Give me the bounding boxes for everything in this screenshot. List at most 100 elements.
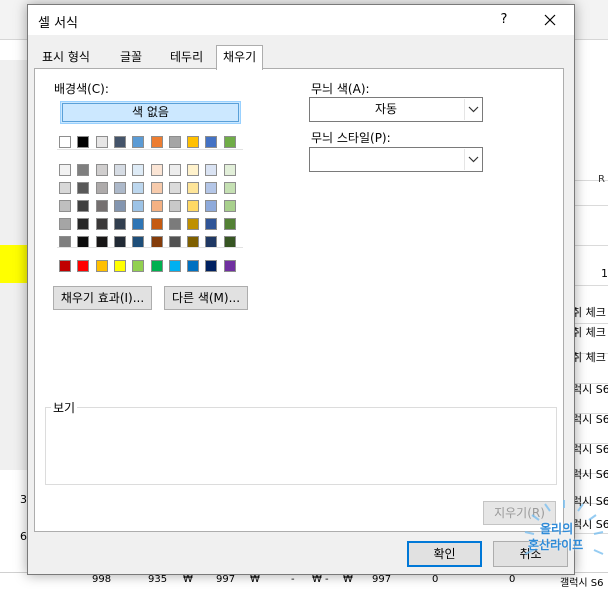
sheet-cell: 6 <box>20 530 27 543</box>
background-color-label: 배경색(C): <box>54 82 109 96</box>
sheet-cell: 3 <box>20 493 27 506</box>
color-swatch-theme3-9[interactable] <box>223 218 236 230</box>
color-swatch-theme2-2[interactable] <box>95 200 108 212</box>
color-swatch-theme1-7[interactable] <box>187 182 200 194</box>
sheet-cell: 1 <box>601 267 608 280</box>
color-swatch-theme2-8[interactable] <box>205 200 218 212</box>
pattern-color-label: 무늬 색(A): <box>311 82 370 96</box>
color-swatch-theme2-6[interactable] <box>168 200 181 212</box>
color-swatch-theme3-0[interactable] <box>59 218 71 230</box>
color-swatch-standard-1[interactable] <box>77 260 90 272</box>
more-colors-button[interactable]: 다른 색(M)... <box>164 286 248 310</box>
sheet-cell: 럭시 S6 <box>572 443 608 456</box>
watermark-logo: 올리의 혼산라이프 <box>520 500 608 582</box>
sheet-cell: 997 <box>216 574 236 585</box>
watermark-text: 올리의 <box>540 522 574 536</box>
color-swatch-theme2-7[interactable] <box>187 200 200 212</box>
color-swatch-theme0-4[interactable] <box>132 164 145 176</box>
help-button[interactable]: ? <box>494 10 514 30</box>
ok-button[interactable]: 확인 <box>407 541 482 567</box>
sheet-cell: 취 체크 <box>572 351 606 364</box>
close-icon <box>544 14 556 26</box>
sheet-cell: 998 <box>92 574 112 585</box>
color-swatch-auto-9[interactable] <box>223 136 236 148</box>
color-swatch-theme0-7[interactable] <box>187 164 200 176</box>
sheet-cell: ₩ <box>343 574 353 585</box>
color-swatch-theme1-8[interactable] <box>205 182 218 194</box>
preview-label: 보기 <box>51 399 78 416</box>
no-color-button[interactable]: 색 없음 <box>60 101 241 124</box>
color-swatch-theme2-9[interactable] <box>223 200 236 212</box>
sheet-cell: 997 <box>372 574 392 585</box>
fill-effects-button[interactable]: 채우기 효과(I)... <box>53 286 152 310</box>
color-swatch-theme0-8[interactable] <box>205 164 218 176</box>
color-swatch-theme2-4[interactable] <box>132 200 145 212</box>
color-swatch-auto-0[interactable] <box>59 136 71 148</box>
column-header-letter: R <box>598 174 605 185</box>
color-swatch-theme2-0[interactable] <box>59 200 71 212</box>
sheet-cell: ₩ <box>183 574 193 585</box>
color-swatch-standard-2[interactable] <box>95 260 108 272</box>
sheet-cell: 취 체크 <box>572 326 606 339</box>
tab-border[interactable]: 테두리 <box>164 48 210 69</box>
color-swatch-theme0-2[interactable] <box>95 164 108 176</box>
tab-number-format[interactable]: 표시 형식 <box>36 48 96 69</box>
color-swatch-theme2-5[interactable] <box>150 200 163 212</box>
color-swatch-theme1-4[interactable] <box>132 182 145 194</box>
color-swatch-auto-4[interactable] <box>132 136 145 148</box>
color-swatch-theme1-9[interactable] <box>223 182 236 194</box>
color-swatch-auto-5[interactable] <box>150 136 163 148</box>
color-swatch-theme0-3[interactable] <box>113 164 126 176</box>
color-swatch-auto-8[interactable] <box>205 136 218 148</box>
color-swatch-auto-2[interactable] <box>95 136 108 148</box>
color-swatch-theme3-3[interactable] <box>113 218 126 230</box>
color-swatch-standard-3[interactable] <box>113 260 126 272</box>
color-swatch-theme0-0[interactable] <box>59 164 71 176</box>
chevron-down-icon <box>464 149 481 170</box>
color-swatch-standard-7[interactable] <box>187 260 200 272</box>
pattern-color-dropdown[interactable]: 자동 <box>309 97 483 122</box>
color-swatch-theme1-5[interactable] <box>150 182 163 194</box>
chevron-down-icon <box>464 99 481 120</box>
color-swatch-theme1-3[interactable] <box>113 182 126 194</box>
color-swatch-theme3-1[interactable] <box>77 218 90 230</box>
color-swatch-auto-6[interactable] <box>168 136 181 148</box>
close-button[interactable] <box>538 8 562 32</box>
separator <box>57 247 243 248</box>
color-swatch-theme3-6[interactable] <box>168 218 181 230</box>
tab-font[interactable]: 글꼴 <box>114 48 149 69</box>
color-swatch-theme3-4[interactable] <box>132 218 145 230</box>
color-swatch-theme1-0[interactable] <box>59 182 71 194</box>
color-swatch-standard-8[interactable] <box>205 260 218 272</box>
color-swatch-theme2-1[interactable] <box>77 200 90 212</box>
color-swatch-standard-0[interactable] <box>59 260 71 272</box>
sheet-cell: 취 체크 <box>572 306 606 319</box>
color-swatch-theme2-3[interactable] <box>113 200 126 212</box>
color-swatch-standard-5[interactable] <box>150 260 163 272</box>
color-swatch-theme3-8[interactable] <box>205 218 218 230</box>
color-swatch-standard-9[interactable] <box>223 260 236 272</box>
preview-box: 보기 <box>45 399 557 485</box>
color-swatch-auto-7[interactable] <box>187 136 200 148</box>
color-swatch-auto-3[interactable] <box>113 136 126 148</box>
color-swatch-theme3-2[interactable] <box>95 218 108 230</box>
sheet-cell: 럭시 S6 <box>572 468 608 481</box>
sheet-cell: 럭시 S6 <box>572 383 608 396</box>
format-cells-dialog: 셀 서식 ? 표시 형식 글꼴 테두리 채우기 배경색(C): 색 없음 채우기… <box>27 4 575 575</box>
color-swatch-theme1-1[interactable] <box>77 182 90 194</box>
color-swatch-theme0-9[interactable] <box>223 164 236 176</box>
tab-fill[interactable]: 채우기 <box>216 45 264 70</box>
sheet-cell: 935 <box>148 574 168 585</box>
color-swatch-theme1-6[interactable] <box>168 182 181 194</box>
color-swatch-theme3-5[interactable] <box>150 218 163 230</box>
color-swatch-theme0-6[interactable] <box>168 164 181 176</box>
color-swatch-theme0-5[interactable] <box>150 164 163 176</box>
sheet-cell: - <box>325 574 329 585</box>
color-swatch-standard-4[interactable] <box>132 260 145 272</box>
color-swatch-theme0-1[interactable] <box>77 164 90 176</box>
color-swatch-standard-6[interactable] <box>168 260 181 272</box>
pattern-style-dropdown[interactable] <box>309 147 483 172</box>
color-swatch-theme3-7[interactable] <box>187 218 200 230</box>
color-swatch-auto-1[interactable] <box>77 136 90 148</box>
color-swatch-theme1-2[interactable] <box>95 182 108 194</box>
